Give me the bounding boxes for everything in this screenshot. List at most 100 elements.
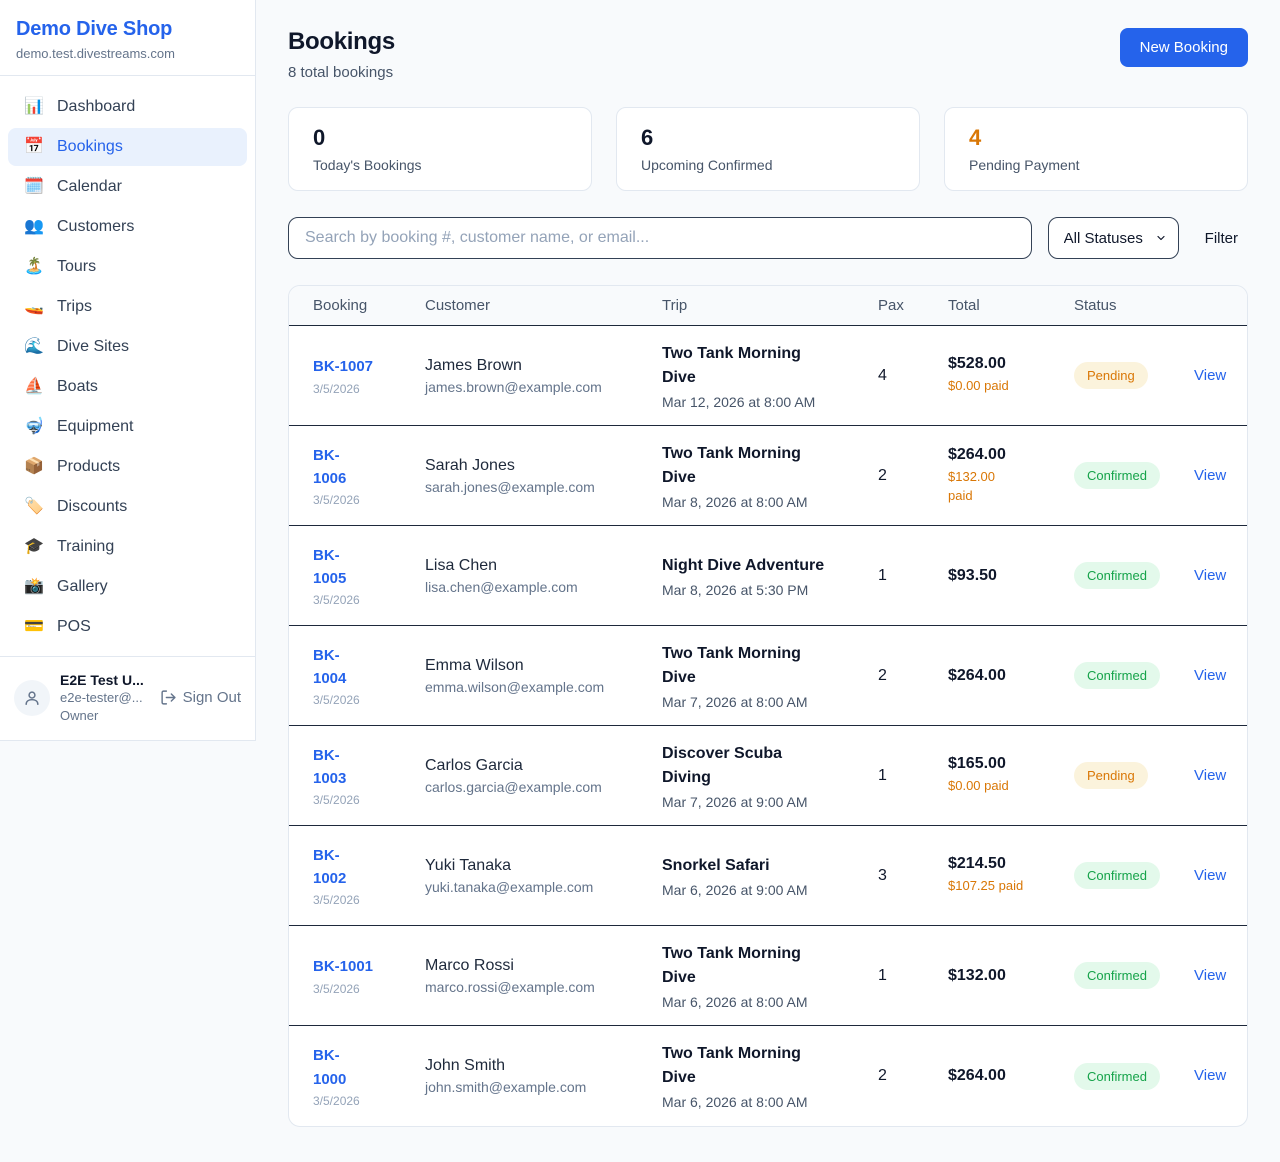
wave-icon: 🌊 (24, 339, 44, 355)
booking-id-link[interactable]: BK-1007 (313, 355, 373, 378)
customer-cell: Sarah Jones sarah.jones@example.com (401, 443, 638, 509)
sidebar-item-trips[interactable]: 🚤 Trips (8, 288, 247, 326)
sidebar-item-training[interactable]: 🎓 Training (8, 528, 247, 566)
table-row: BK- 1003 3/5/2026 Carlos Garcia carlos.g… (289, 726, 1247, 826)
trip-datetime: Mar 6, 2026 at 9:00 AM (662, 882, 854, 898)
stat-value: 0 (313, 125, 567, 151)
sidebar-item-boats[interactable]: ⛵ Boats (8, 368, 247, 406)
status-badge: Confirmed (1074, 662, 1160, 689)
column-header-pax: Pax (854, 297, 924, 314)
sidebar-item-equipment[interactable]: 🤿 Equipment (8, 408, 247, 446)
search-input[interactable] (288, 217, 1032, 259)
status-cell: Pending (1050, 748, 1170, 803)
booking-date: 3/5/2026 (313, 1094, 401, 1108)
view-link[interactable]: View (1194, 967, 1226, 984)
page-header: Bookings 8 total bookings New Booking (288, 28, 1248, 81)
shop-name: Demo Dive Shop (16, 18, 239, 41)
pax-cell: 1 (854, 953, 924, 999)
trip-datetime: Mar 7, 2026 at 9:00 AM (662, 794, 854, 810)
status-cell: Confirmed (1050, 548, 1170, 603)
trip-datetime: Mar 8, 2026 at 8:00 AM (662, 494, 854, 510)
view-link[interactable]: View (1194, 667, 1226, 684)
sidebar-item-tours[interactable]: 🏝️ Tours (8, 248, 247, 286)
credit-card-icon: 💳 (24, 619, 44, 635)
user-email: e2e-tester@... (60, 689, 150, 707)
sidebar-item-dive-sites[interactable]: 🌊 Dive Sites (8, 328, 247, 366)
booking-id-link[interactable]: BK- 1004 (313, 644, 346, 691)
status-cell: Confirmed (1050, 648, 1170, 703)
spiral-calendar-icon: 🗓️ (24, 179, 44, 195)
sidebar-item-customers[interactable]: 👥 Customers (8, 208, 247, 246)
view-link[interactable]: View (1194, 467, 1226, 484)
view-link[interactable]: View (1194, 1067, 1226, 1084)
view-link[interactable]: View (1194, 567, 1226, 584)
sidebar-item-pos[interactable]: 💳 POS (8, 608, 247, 646)
sidebar-item-gallery[interactable]: 📸 Gallery (8, 568, 247, 606)
stat-label: Pending Payment (969, 157, 1223, 173)
total-amount: $264.00 (948, 1067, 1050, 1085)
status-badge: Confirmed (1074, 1063, 1160, 1090)
trip-name: Night Dive Adventure (662, 554, 854, 578)
people-icon: 👥 (24, 219, 44, 235)
sidebar-item-calendar[interactable]: 🗓️ Calendar (8, 168, 247, 206)
table-row: BK- 1006 3/5/2026 Sarah Jones sarah.jone… (289, 426, 1247, 526)
sign-out-icon (160, 689, 177, 706)
total-bookings-count: 8 total bookings (288, 64, 395, 81)
total-amount: $528.00 (948, 355, 1050, 373)
customer-name: Marco Rossi (425, 957, 638, 975)
stat-card-todays-bookings: 0 Today's Bookings (288, 107, 592, 191)
user-name: E2E Test U... (60, 671, 150, 689)
sign-out-label: Sign Out (183, 689, 241, 706)
booking-id-link[interactable]: BK- 1003 (313, 744, 346, 791)
sidebar-item-dashboard[interactable]: 📊 Dashboard (8, 88, 247, 126)
booking-date: 3/5/2026 (313, 982, 401, 996)
booking-id-link[interactable]: BK- 1006 (313, 444, 346, 491)
view-link[interactable]: View (1194, 767, 1226, 784)
actions-cell: View (1170, 553, 1247, 599)
total-amount: $165.00 (948, 755, 1050, 773)
status-cell: Confirmed (1050, 948, 1170, 1003)
status-filter-select[interactable]: All Statuses (1048, 217, 1179, 259)
total-amount: $93.50 (948, 567, 1050, 585)
sidebar-item-bookings[interactable]: 📅 Bookings (8, 128, 247, 166)
booking-cell: BK- 1002 3/5/2026 (289, 830, 401, 922)
user-role: Owner (60, 707, 150, 725)
status-badge: Confirmed (1074, 562, 1160, 589)
status-cell: Pending (1050, 348, 1170, 403)
user-footer: E2E Test U... e2e-tester@... Owner Sign … (0, 656, 255, 740)
filter-button[interactable]: Filter (1195, 230, 1248, 247)
trip-name: Snorkel Safari (662, 854, 854, 878)
booking-date: 3/5/2026 (313, 382, 401, 396)
sidebar-item-label: Products (57, 458, 120, 476)
status-badge: Confirmed (1074, 862, 1160, 889)
new-booking-button[interactable]: New Booking (1120, 28, 1248, 67)
customer-email: carlos.garcia@example.com (425, 779, 638, 795)
total-cell: $264.00 (924, 1053, 1050, 1099)
booking-id-link[interactable]: BK-1001 (313, 955, 373, 978)
customer-name: Yuki Tanaka (425, 857, 638, 875)
status-filter-wrap: All Statuses (1048, 217, 1179, 259)
sidebar-item-products[interactable]: 📦 Products (8, 448, 247, 486)
booking-id-link[interactable]: BK- 1005 (313, 544, 346, 591)
sign-out-button[interactable]: Sign Out (160, 689, 241, 706)
table-row: BK-1001 3/5/2026 Marco Rossi marco.rossi… (289, 926, 1247, 1026)
total-cell: $132.00 (924, 953, 1050, 999)
customer-cell: Emma Wilson emma.wilson@example.com (401, 643, 638, 709)
total-cell: $264.00 $132.00 paid (924, 432, 1050, 518)
sidebar-item-discounts[interactable]: 🏷️ Discounts (8, 488, 247, 526)
total-cell: $93.50 (924, 553, 1050, 599)
trip-cell: Discover Scuba Diving Mar 7, 2026 at 9:0… (638, 728, 854, 824)
booking-id-link[interactable]: BK- 1000 (313, 1044, 346, 1091)
sidebar-item-label: Customers (57, 218, 134, 236)
trip-name: Two Tank Morning Dive (662, 342, 854, 390)
view-link[interactable]: View (1194, 867, 1226, 884)
view-link[interactable]: View (1194, 367, 1226, 384)
booking-id-link[interactable]: BK- 1002 (313, 844, 346, 891)
booking-cell: BK- 1004 3/5/2026 (289, 630, 401, 722)
sailboat-icon: ⛵ (24, 379, 44, 395)
page-header-text: Bookings 8 total bookings (288, 28, 395, 81)
customer-cell: Marco Rossi marco.rossi@example.com (401, 943, 638, 1009)
amount-paid: $0.00 paid (948, 777, 1050, 795)
booking-cell: BK- 1000 3/5/2026 (289, 1030, 401, 1122)
pax-cell: 2 (854, 453, 924, 499)
